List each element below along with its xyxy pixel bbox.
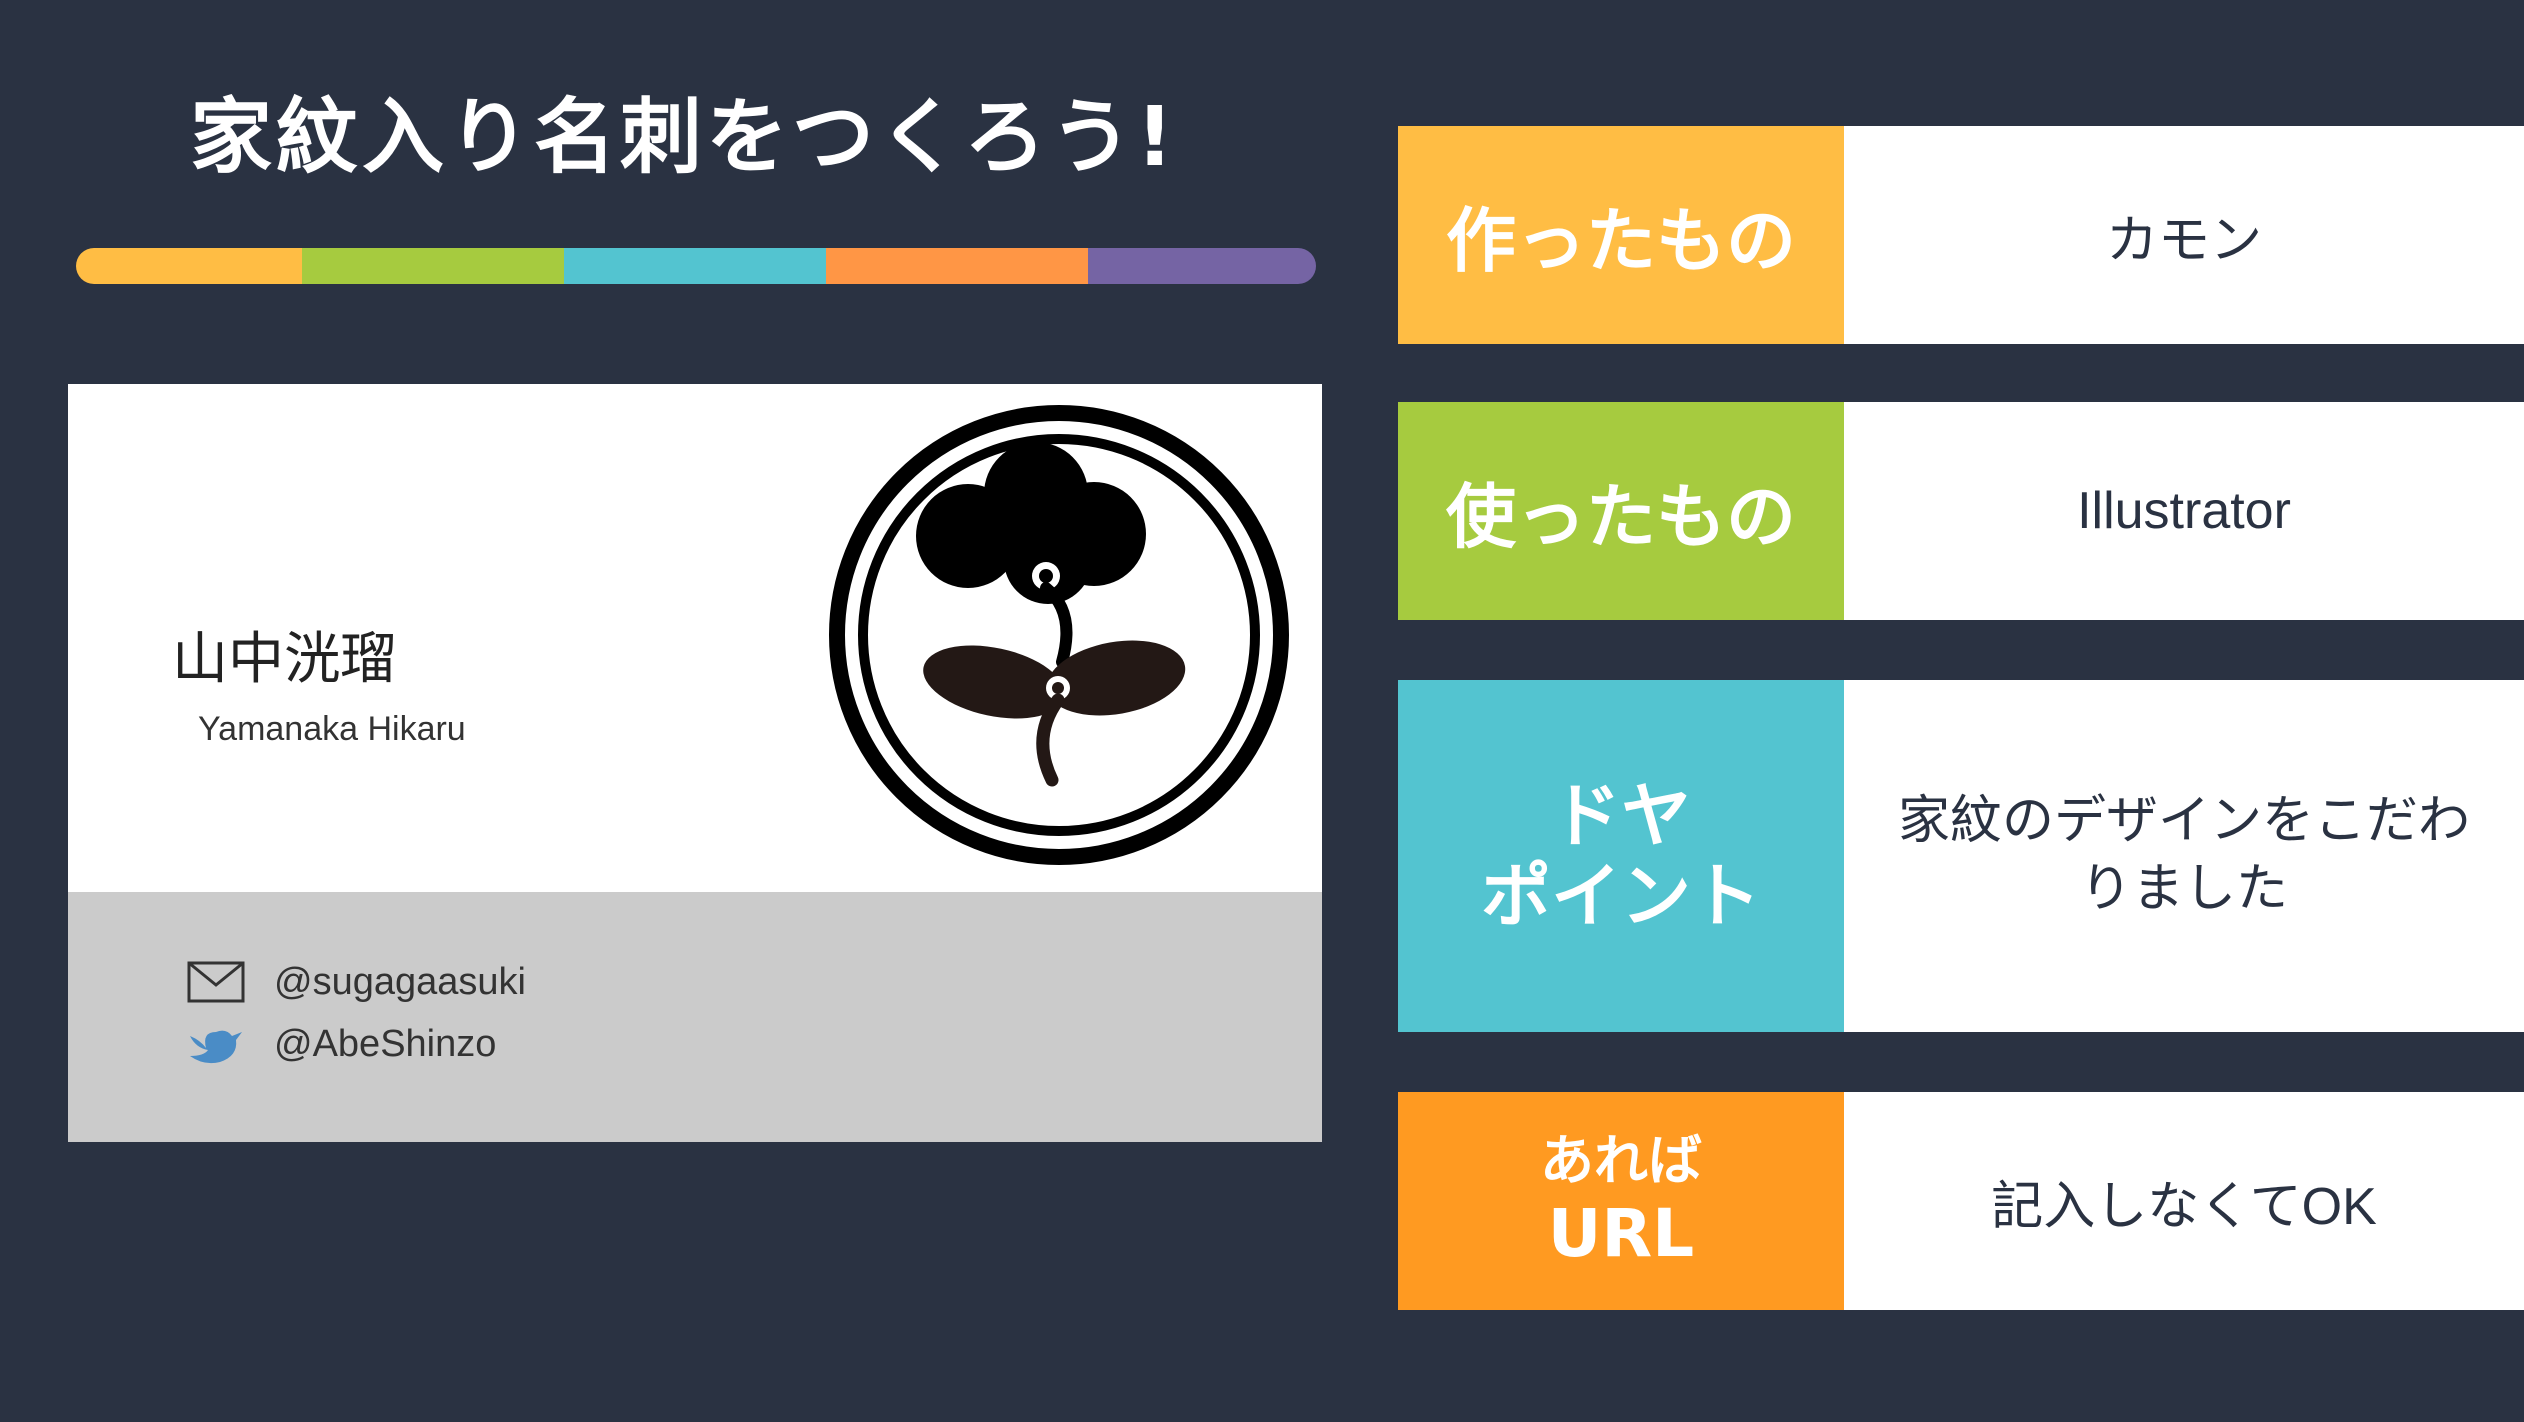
row-made-value: カモン (1844, 126, 2524, 344)
row-used-label: 使ったもの (1398, 402, 1844, 620)
row-point-value: 家紋のデザインをこだわ りました (1844, 680, 2524, 1032)
email-text: @sugagaasuki (274, 960, 526, 1003)
card-name-jp: 山中洸瑠 (172, 627, 396, 692)
row-url: あれば URL 記入しなくてOK (1398, 1092, 2524, 1310)
row-made-label: 作ったもの (1398, 126, 1844, 344)
row-point: ドヤ ポイント 家紋のデザインをこだわ りました (1398, 680, 2524, 1032)
twitter-row: @AbeShinzo (186, 1022, 496, 1066)
color-stripe-bar (76, 248, 1316, 284)
row-used-value: Illustrator (1844, 402, 2524, 620)
stripe-cyan (564, 248, 826, 284)
family-crest-icon (829, 405, 1289, 865)
row-made: 作ったもの カモン (1398, 126, 2524, 344)
card-name-en: Yamanaka Hikaru (198, 710, 466, 748)
twitter-bird-icon (190, 1030, 242, 1064)
stripe-orange (826, 248, 1088, 284)
row-used: 使ったもの Illustrator (1398, 402, 2524, 620)
row-url-label-line2: URL (1547, 1194, 1695, 1272)
row-point-label: ドヤ ポイント (1398, 680, 1844, 1032)
page-title: 家紋入り名刺をつくろう! (190, 90, 1178, 185)
row-url-value: 記入しなくてOK (1844, 1092, 2524, 1310)
row-url-label-line1: あれば (1540, 1129, 1702, 1192)
mail-icon (187, 961, 245, 1003)
row-point-value-line2: りました (2079, 860, 2288, 918)
row-point-label-line1: ドヤ (1551, 774, 1691, 857)
stripe-yellow (76, 248, 302, 284)
row-point-value-line1: 家紋のデザインをこだわ (1897, 792, 2470, 851)
stripe-green (302, 248, 564, 284)
business-card: 山中洸瑠 Yamanaka Hikaru @sugagaasuki @AbeSh… (68, 384, 1322, 1142)
stripe-purple (1088, 248, 1316, 284)
row-point-label-line2: ポイント (1481, 855, 1761, 937)
row-url-label: あれば URL (1398, 1092, 1844, 1310)
card-contact-area (68, 892, 1322, 1142)
email-row: @sugagaasuki (186, 960, 526, 1004)
twitter-text: @AbeShinzo (274, 1022, 497, 1065)
